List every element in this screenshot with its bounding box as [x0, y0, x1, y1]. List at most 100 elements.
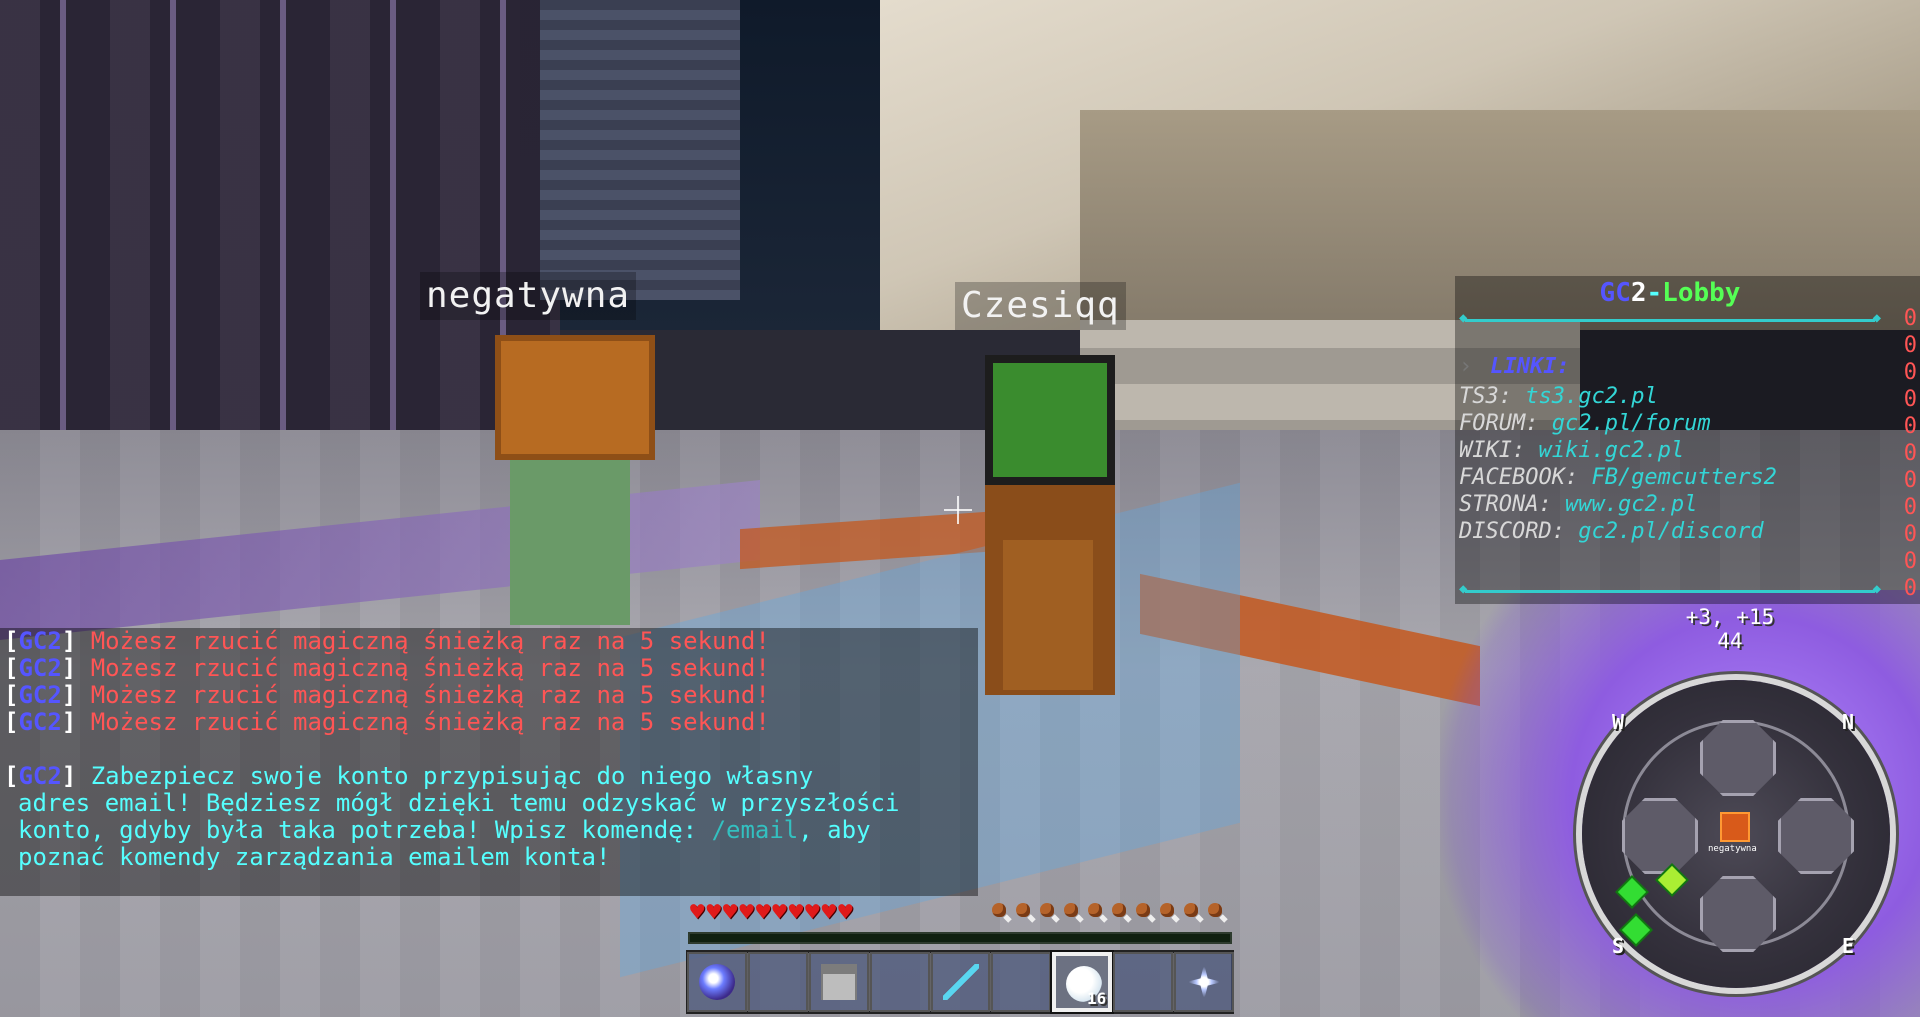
coords-y: 44 [1717, 629, 1743, 653]
row-value: gc2.pl/forum [1551, 411, 1711, 436]
drumstick-icon [1134, 900, 1156, 922]
score-value: 0 [1903, 414, 1917, 439]
compass-west: W [1612, 710, 1625, 734]
prefix-bracket: ] [61, 708, 77, 736]
hotbar-slot-7[interactable]: 16 [1052, 952, 1113, 1012]
nametag-negatywna: negatywna [420, 272, 637, 320]
prefix-bracket: ] [61, 681, 77, 709]
map-waypoint-icon [1621, 915, 1651, 945]
map-structure [1778, 798, 1854, 874]
hotbar-slot-9[interactable] [1174, 952, 1235, 1012]
title-dash: - [1646, 278, 1663, 308]
chat-text: Możesz rzucić magiczną śnieżką raz na 5 … [90, 681, 770, 709]
prefix-tag: GC2 [18, 627, 62, 655]
score-value: 0 [1903, 333, 1917, 358]
drumstick-icon [1062, 900, 1084, 922]
chat-message-cooldown: [GC2] Możesz rzucić magiczną śnieżką raz… [4, 709, 770, 736]
drumstick-icon [1158, 900, 1180, 922]
score-value: 0 [1903, 522, 1917, 547]
ender-orb-icon [699, 964, 735, 1000]
chat-message-email-cont: poznać komendy zarządzania emailem konta… [18, 844, 610, 871]
map-structure [1700, 876, 1776, 952]
arrow-icon: › [1459, 354, 1473, 379]
row-value: wiki.gc2.pl [1538, 438, 1685, 463]
compass-south: S [1612, 934, 1625, 958]
title-gc: GC [1599, 278, 1631, 308]
player-czesiqq-legs[interactable] [1003, 540, 1093, 690]
hotbar-slot-6[interactable] [991, 952, 1052, 1012]
prefix-bracket: ] [61, 654, 77, 682]
drumstick-icon [1206, 900, 1228, 922]
chat-message-cooldown: [GC2] Możesz rzucić magiczną śnieżką raz… [4, 655, 770, 682]
scoreboard-linki-header: › LINKI: [1459, 354, 1570, 380]
prefix-tag: GC2 [18, 681, 62, 709]
row-value: ts3.gc2.pl [1525, 384, 1658, 409]
heart-icon: ♥ [805, 898, 820, 926]
scoreboard-title: GC2-Lobby [1455, 276, 1885, 310]
row-label: FACEBOOK: [1459, 465, 1592, 490]
chat-text: , aby [798, 816, 871, 844]
hotbar-slot-1[interactable] [687, 952, 747, 1012]
distant-building [540, 0, 740, 300]
item-count: 16 [1086, 989, 1107, 1008]
chat-text: Zabezpiecz swoje konto przypisując do ni… [90, 762, 814, 790]
scoreboard-divider-top [1459, 310, 1881, 326]
coordinates-display: +3, +15 44 [1655, 605, 1805, 653]
scoreboard-row-strona: STRONA: www.gc2.pl [1459, 492, 1697, 518]
prefix-bracket: [ [4, 681, 19, 709]
prefix-bracket: ] [61, 762, 77, 790]
nametag-czesiqq: Czesiqq [955, 282, 1126, 330]
row-label: STRONA: [1459, 492, 1565, 517]
chat-text: Możesz rzucić magiczną śnieżką raz na 5 … [90, 708, 770, 736]
heart-icon: ♥ [821, 898, 837, 926]
heart-icon: ♥ [788, 898, 804, 926]
hotbar-slot-8[interactable] [1113, 952, 1174, 1012]
drumstick-icon [1086, 900, 1108, 922]
heart-icon: ♥ [838, 898, 853, 926]
score-value: 0 [1903, 468, 1917, 493]
score-value: 0 [1903, 360, 1917, 385]
score-value: 0 [1903, 495, 1917, 520]
hotbar[interactable]: 16 [686, 950, 1235, 1014]
drumstick-icon [1014, 900, 1036, 922]
prefix-tag: GC2 [18, 708, 62, 736]
hunger-bar [990, 900, 1228, 922]
chat-message-cooldown: [GC2] Możesz rzucić magiczną śnieżką raz… [4, 628, 770, 655]
row-label: TS3: [1459, 384, 1526, 409]
row-label: FORUM: [1459, 411, 1552, 436]
scoreboard-row-forum: FORUM: gc2.pl/forum [1459, 411, 1711, 437]
coords-xz: +3, +15 [1685, 605, 1775, 629]
experience-bar [688, 932, 1232, 944]
heart-icon: ♥ [772, 898, 787, 926]
title-2: 2 [1630, 278, 1647, 308]
chat-message-email-cont: adres email! Będziesz mógł dzięki temu o… [18, 790, 899, 817]
nether-star-icon [1186, 964, 1223, 1000]
scoreboard-sidebar: GC2-Lobby › LINKI: TS3: ts3.gc2.pl FORUM:… [1455, 276, 1920, 604]
map-structure [1622, 798, 1698, 874]
diamond-sword-icon [942, 964, 979, 1000]
scoreboard-divider-bottom [1459, 581, 1881, 597]
row-value: www.gc2.pl [1564, 492, 1698, 517]
drumstick-icon [1038, 900, 1060, 922]
player-negatywna-body[interactable] [510, 455, 630, 625]
email-command-link[interactable]: /email [712, 816, 799, 844]
hotbar-slot-3[interactable] [808, 952, 869, 1012]
hotbar-slot-4[interactable] [869, 952, 930, 1012]
scoreboard-row-wiki: WIKI: wiki.gc2.pl [1459, 438, 1684, 464]
compass-east: E [1842, 934, 1855, 958]
prefix-bracket: [ [4, 762, 19, 790]
score-value: 0 [1903, 306, 1917, 331]
heart-icon: ♥ [722, 898, 738, 926]
map-structure [1700, 720, 1776, 796]
hotbar-slot-2[interactable] [747, 952, 808, 1012]
hotbar-slot-5[interactable] [930, 952, 991, 1012]
heart-icon: ♥ [706, 898, 721, 926]
scoreboard-row-facebook: FACEBOOK: FB/gemcutters2 [1459, 465, 1777, 491]
row-value: gc2.pl/discord [1578, 519, 1764, 544]
heart-icon: ♥ [755, 898, 771, 926]
player-czesiqq-head[interactable] [985, 355, 1115, 485]
chat-message-email-cont: konto, gdyby była taka potrzeba! Wpisz k… [18, 817, 871, 844]
player-negatywna-head[interactable] [495, 335, 655, 460]
score-value: 0 [1903, 387, 1917, 412]
heart-icon: ♥ [690, 898, 705, 926]
